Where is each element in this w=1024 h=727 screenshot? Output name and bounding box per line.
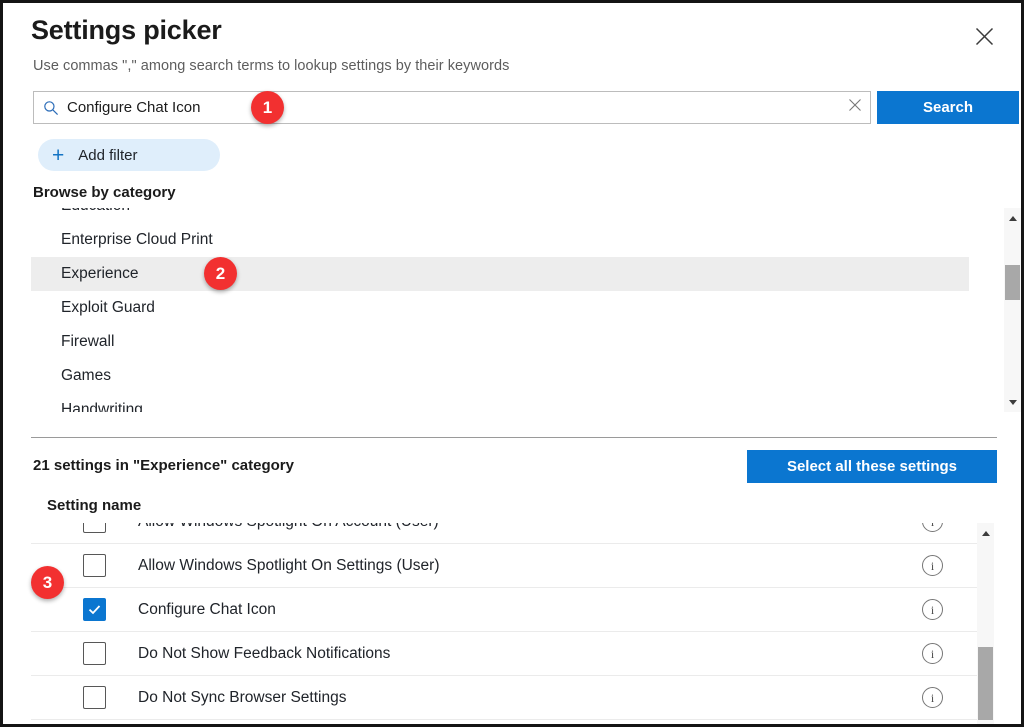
column-header-setting-name: Setting name xyxy=(47,497,142,514)
category-item-firewall[interactable]: Firewall xyxy=(31,325,969,359)
table-row[interactable]: Prevent Users From Turning On Browser Sy… xyxy=(31,720,979,724)
category-scrollbar[interactable] xyxy=(1004,208,1021,412)
browse-by-category-heading: Browse by category xyxy=(33,184,176,201)
search-input[interactable]: Configure Chat Icon xyxy=(33,91,871,124)
results-count-label: 21 settings in "Experience" category xyxy=(33,457,294,474)
setting-checkbox[interactable] xyxy=(83,554,106,577)
close-button[interactable] xyxy=(967,19,1001,53)
scroll-up-arrow-icon[interactable] xyxy=(977,525,994,541)
setting-checkbox[interactable] xyxy=(83,686,106,709)
close-icon xyxy=(848,98,862,117)
category-item-exploit-guard[interactable]: Exploit Guard xyxy=(31,291,969,325)
search-row: Configure Chat Icon Search xyxy=(33,91,1019,124)
scrollbar-thumb[interactable] xyxy=(1005,265,1020,300)
info-icon[interactable]: i xyxy=(922,687,943,708)
scroll-up-arrow-icon[interactable] xyxy=(1004,210,1021,226)
step-badge-1: 1 xyxy=(251,91,284,124)
info-icon[interactable]: i xyxy=(922,599,943,620)
dialog-subtitle: Use commas "," among search terms to loo… xyxy=(33,58,510,74)
search-button[interactable]: Search xyxy=(877,91,1019,124)
add-filter-label: Add filter xyxy=(78,146,138,164)
info-icon[interactable]: i xyxy=(922,643,943,664)
setting-checkbox[interactable] xyxy=(83,642,106,665)
settings-picker-dialog: Settings picker Use commas "," among sea… xyxy=(0,0,1024,727)
category-item-education[interactable]: Education xyxy=(31,208,969,223)
table-row[interactable]: Allow Windows Spotlight On Settings (Use… xyxy=(31,544,979,588)
scrollbar-thumb[interactable] xyxy=(978,647,993,720)
setting-name-label: Do Not Show Feedback Notifications xyxy=(138,644,391,662)
category-list: Education Enterprise Cloud Print Experie… xyxy=(31,208,969,412)
search-clear-button[interactable] xyxy=(840,92,870,123)
table-row[interactable]: Do Not Sync Browser Settings i xyxy=(31,676,979,720)
category-item-handwriting[interactable]: Handwriting xyxy=(31,393,969,412)
setting-checkbox[interactable] xyxy=(83,523,106,533)
table-row[interactable]: Allow Windows Spotlight On Account (User… xyxy=(31,523,979,544)
info-icon[interactable]: i xyxy=(922,523,943,532)
search-input-value: Configure Chat Icon xyxy=(67,99,201,116)
step-badge-2: 2 xyxy=(204,257,237,290)
dialog-header: Settings picker Use commas "," among sea… xyxy=(3,3,1021,85)
page-title: Settings picker xyxy=(31,15,222,45)
close-icon xyxy=(974,26,995,47)
settings-scrollbar[interactable] xyxy=(977,523,994,724)
plus-icon: + xyxy=(52,143,65,167)
info-icon[interactable]: i xyxy=(922,555,943,576)
table-row[interactable]: Configure Chat Icon i xyxy=(31,588,979,632)
settings-list-panel: Allow Windows Spotlight On Account (User… xyxy=(31,523,979,724)
category-item-games[interactable]: Games xyxy=(31,359,969,393)
category-item-enterprise-cloud-print[interactable]: Enterprise Cloud Print xyxy=(31,223,969,257)
setting-name-label: Allow Windows Spotlight On Account (User… xyxy=(138,523,922,531)
table-row[interactable]: Do Not Show Feedback Notifications i xyxy=(31,632,979,676)
scroll-down-arrow-icon[interactable] xyxy=(1004,394,1021,410)
add-filter-button[interactable]: + Add filter xyxy=(38,139,220,171)
select-all-settings-button[interactable]: Select all these settings xyxy=(747,450,997,483)
category-list-panel: Education Enterprise Cloud Print Experie… xyxy=(31,208,996,412)
category-item-experience[interactable]: Experience xyxy=(31,257,969,291)
setting-name-label: Do Not Sync Browser Settings xyxy=(138,688,347,706)
setting-checkbox[interactable] xyxy=(83,598,106,621)
setting-name-label: Allow Windows Spotlight On Settings (Use… xyxy=(138,556,440,574)
step-badge-3: 3 xyxy=(31,566,64,599)
section-divider xyxy=(31,437,997,438)
search-icon xyxy=(43,100,59,116)
settings-list: Allow Windows Spotlight On Account (User… xyxy=(31,523,979,724)
setting-name-label: Configure Chat Icon xyxy=(138,600,276,618)
